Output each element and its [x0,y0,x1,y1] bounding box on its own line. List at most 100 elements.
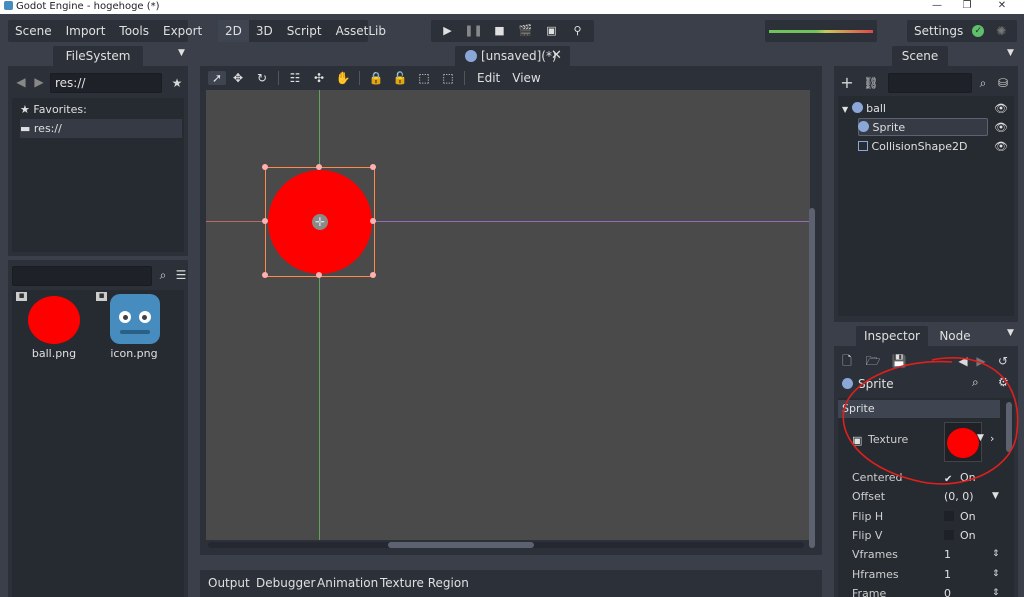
favorites-row[interactable]: ★ Favorites: [20,100,87,119]
tab-output[interactable]: Output [208,570,250,596]
favorite-star-icon[interactable]: ★ [168,74,186,92]
file-item-ball[interactable]: ▪ ball.png [16,292,88,372]
res-item[interactable]: ▬ res:// [20,119,182,138]
visibility-eye-icon[interactable]: 👁 [994,137,1008,156]
checkbox-icon[interactable] [944,510,954,521]
resize-handle[interactable] [262,218,268,224]
rotate-tool-icon[interactable]: ↻ [250,71,274,85]
spinbox-arrows-icon[interactable]: ⇕ [992,565,1000,584]
image-type-icon: ▪ [16,292,27,301]
resize-handle[interactable] [370,218,376,224]
list-select-icon[interactable]: ☷ [283,71,307,85]
tree-node-collisionshape2d[interactable]: CollisionShape2D 👁 [858,137,1012,156]
resize-handle[interactable] [370,272,376,278]
mode-script[interactable]: Script [280,20,329,42]
menu-export[interactable]: Export [156,20,209,42]
filesystem-panel-bottom: ⌕ ☰ ▪ ball.png ▪ icon.png [8,260,188,597]
pivot-tool-icon[interactable]: ✣ [307,71,331,85]
vertical-scrollbar[interactable] [809,208,815,548]
menu-tools[interactable]: Tools [112,20,156,42]
scene-globe-icon [465,50,477,62]
top-bar: Scene Import Tools Export 2D 3D Script A… [0,14,1024,46]
play-icon[interactable]: ▶ [435,20,461,42]
remote-scene-icon[interactable]: ⛁ [994,74,1012,92]
maximize-button[interactable]: ❐ [955,0,979,14]
dock-menu-icon[interactable]: ▼ [178,48,185,58]
ungroup-icon[interactable]: ⬚ [436,71,460,85]
tab-animation[interactable]: Animation [317,570,378,596]
tab-inspector[interactable]: Inspector [856,326,928,346]
move-tool-icon[interactable]: ✥ [226,71,250,85]
tree-node-ball[interactable]: ▼ ball 👁 [842,99,1012,118]
minimize-button[interactable]: — [925,0,949,14]
pan-tool-icon[interactable]: ✋ [331,71,355,85]
file-grid: ▪ ball.png ▪ icon.png [12,290,184,597]
tab-debugger[interactable]: Debugger [256,570,315,596]
edit-menu[interactable]: Edit [469,71,508,85]
unlock-icon[interactable]: 🔓 [388,71,412,85]
search-icon[interactable]: ⌕ [974,74,992,92]
view-menu[interactable]: View [508,71,544,85]
dock-menu-icon[interactable]: ▼ [1007,48,1014,58]
dock-menu-icon[interactable]: ▼ [1007,328,1014,338]
stop-icon[interactable]: ■ [487,20,513,42]
property-value[interactable]: On [944,526,976,545]
resize-handle[interactable] [262,164,268,170]
search-icon[interactable]: ⌕ [154,266,172,284]
spinner-icon: ✺ [996,24,1007,38]
scene-dock-tab[interactable]: Scene [892,46,948,66]
resize-handle[interactable] [316,164,322,170]
pivot-icon[interactable]: ✛ [312,214,328,230]
visibility-eye-icon[interactable]: 👁 [994,99,1008,118]
visibility-eye-icon[interactable]: 👁 [994,118,1008,137]
property-value[interactable]: 1 [944,545,951,564]
star-icon: ★ [20,103,30,116]
property-value[interactable]: On [944,507,976,526]
property-row: Vframes 1 ⇕ [838,545,1006,564]
horizontal-scrollbar[interactable] [388,542,534,548]
remote-debug-icon[interactable]: ⚲ [565,20,591,42]
pause-icon[interactable]: ❚❚ [461,20,487,42]
property-row: Hframes 1 ⇕ [838,565,1006,584]
spinbox-arrows-icon[interactable]: ⇕ [992,545,1000,564]
mode-3d[interactable]: 3D [249,20,280,42]
settings-button[interactable]: Settings [907,20,970,42]
tab-node[interactable]: Node [930,326,980,346]
tree-node-sprite[interactable]: Sprite 👁 [858,118,1012,137]
list-view-icon[interactable]: ☰ [172,266,190,284]
path-field[interactable]: res:// [50,73,162,93]
instance-link-icon[interactable]: ⛓ [862,74,880,92]
canvas-viewport[interactable]: ✛ [206,90,810,540]
menu-import[interactable]: Import [59,20,113,42]
mode-2d[interactable]: 2D [218,20,249,42]
group-icon[interactable]: ⬚ [412,71,436,85]
lock-icon[interactable]: 🔒 [364,71,388,85]
file-search-input[interactable] [12,266,152,286]
property-row: Flip V On [838,526,1006,545]
property-value[interactable]: 1 [944,565,951,584]
resize-handle[interactable] [262,272,268,278]
close-window-button[interactable]: ✕ [990,0,1014,14]
scene-tab[interactable]: [unsaved](*) ✕ [455,46,570,66]
menu-scene[interactable]: Scene [8,20,59,42]
node-filter-input[interactable] [888,73,972,93]
node-name: Sprite [872,121,906,134]
select-tool-icon[interactable]: ➚ [208,71,226,85]
resize-handle[interactable] [370,164,376,170]
canvas-toolbar: ➚ ✥ ↻ ☷ ✣ ✋ 🔒 🔓 ⬚ ⬚ Edit View [200,66,822,90]
close-tab-icon[interactable]: ✕ [551,46,562,66]
play-scene-icon[interactable]: 🎬 [513,20,539,42]
play-custom-scene-icon[interactable]: ▣ [539,20,565,42]
file-item-icon[interactable]: ▪ icon.png [96,292,168,372]
filesystem-tab[interactable]: FileSystem [53,46,143,66]
godot-icon-thumbnail [110,294,160,344]
checkbox-icon[interactable] [944,529,954,540]
back-icon[interactable]: ◀ [12,73,30,91]
tab-texture-region[interactable]: Texture Region [380,570,469,596]
mode-assetlib[interactable]: AssetLib [329,20,393,42]
add-node-icon[interactable]: + [838,74,856,92]
spinbox-arrows-icon[interactable]: ⇕ [992,584,1000,597]
forward-icon[interactable]: ▶ [30,73,48,91]
property-value[interactable]: 0 [944,584,951,597]
resize-handle[interactable] [316,272,322,278]
